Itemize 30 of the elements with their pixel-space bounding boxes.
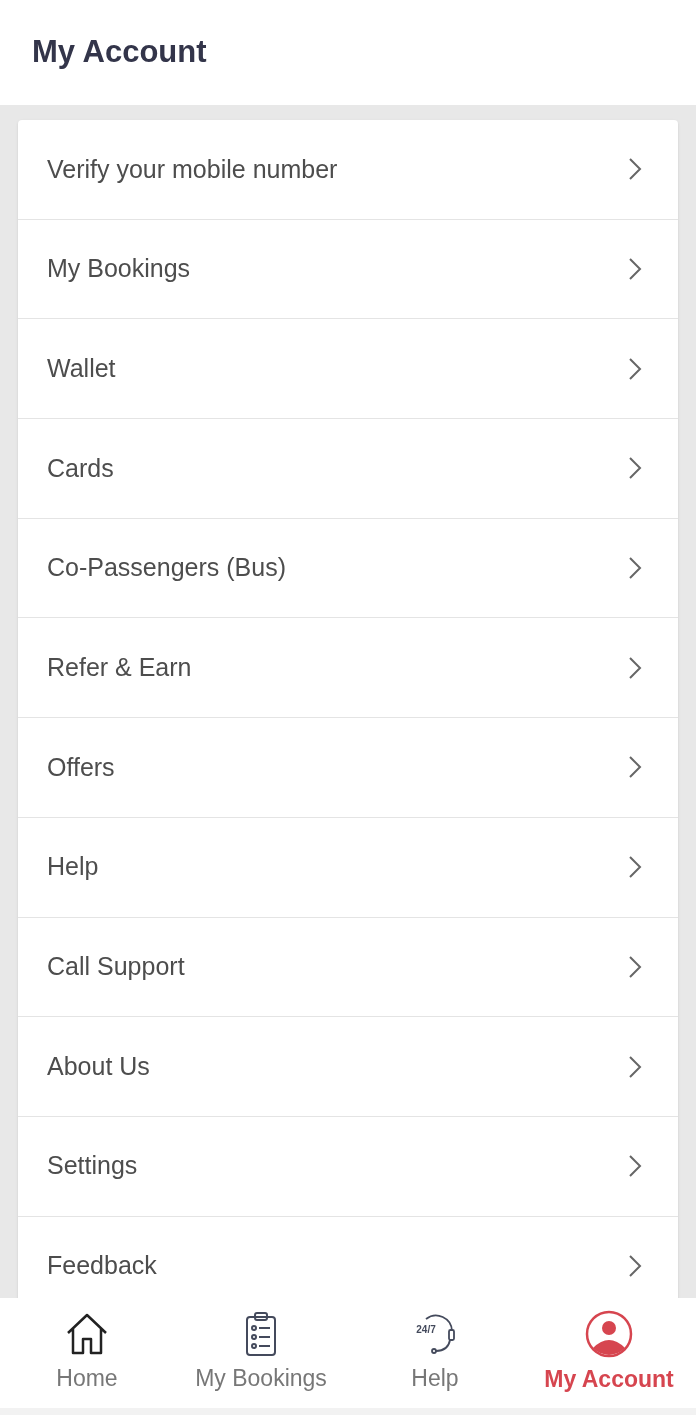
menu-item[interactable]: Refer & Earn: [18, 618, 678, 719]
chevron-right-icon: [628, 157, 642, 182]
chevron-right-icon: [628, 1154, 642, 1179]
menu-item[interactable]: Cards: [18, 419, 678, 519]
menu-item[interactable]: Help: [18, 817, 678, 918]
chevron-right-icon: [628, 1253, 642, 1278]
chevron-right-icon: [628, 1054, 642, 1079]
chevron-right-icon: [628, 655, 642, 680]
menu-item[interactable]: My Bookings: [18, 219, 678, 320]
nav-tab[interactable]: Home: [0, 1298, 174, 1408]
user-icon: [585, 1309, 633, 1358]
nav-tab[interactable]: 24/7 Help: [348, 1298, 522, 1408]
menu-item[interactable]: Co-Passengers (Bus): [18, 518, 678, 619]
menu-item[interactable]: Wallet: [18, 319, 678, 420]
chevron-right-icon: [628, 755, 642, 780]
chevron-right-icon: [628, 954, 642, 979]
chevron-right-icon: [628, 257, 642, 282]
menu-item[interactable]: Offers: [18, 718, 678, 818]
menu-item[interactable]: About Us: [18, 1017, 678, 1117]
nav-tab[interactable]: My Account: [522, 1298, 696, 1408]
nav-tab[interactable]: My Bookings: [174, 1298, 348, 1408]
chevron-right-icon: [628, 855, 642, 880]
clipboard-icon: [244, 1310, 278, 1357]
menu-item[interactable]: Settings: [18, 1116, 678, 1217]
chevron-right-icon: [628, 456, 642, 481]
page-title: My Account: [32, 33, 207, 72]
menu-item[interactable]: Call Support: [18, 917, 678, 1018]
menu-item[interactable]: Verify your mobile number: [18, 120, 678, 220]
chevron-right-icon: [628, 356, 642, 381]
chevron-right-icon: [628, 556, 642, 581]
